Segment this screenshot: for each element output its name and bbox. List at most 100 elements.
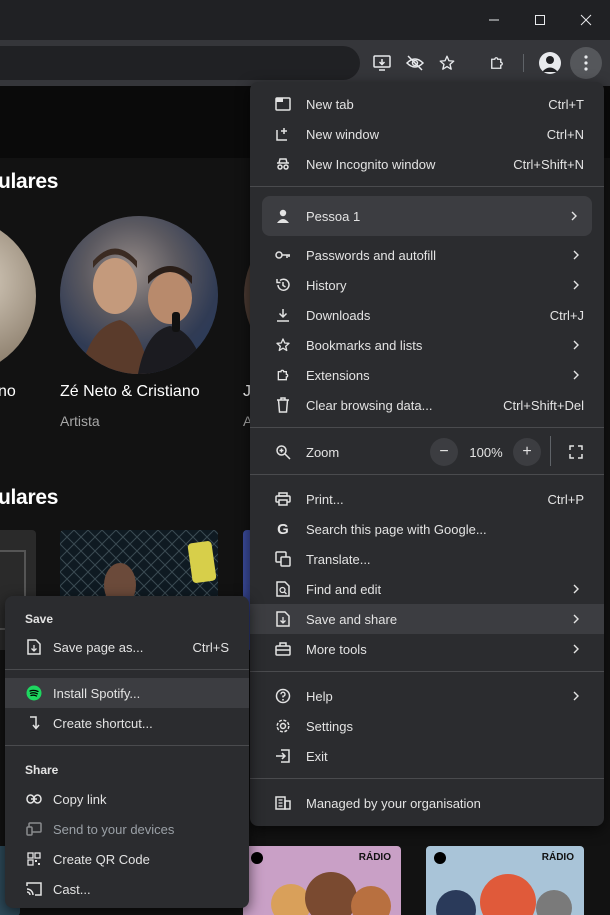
fullscreen-icon	[569, 445, 583, 459]
submenu-item-send-devices[interactable]: Send to your devices	[5, 814, 249, 844]
spotify-logo-icon	[251, 852, 263, 864]
spotify-logo-icon-2	[434, 852, 446, 864]
menu-separator	[250, 427, 604, 428]
artist-image-ze-neto-cristiano[interactable]	[60, 216, 218, 374]
menu-separator	[250, 671, 604, 672]
history-icon	[274, 276, 292, 294]
trash-icon	[274, 396, 292, 414]
artist-name-left[interactable]: no	[0, 383, 16, 401]
spotify-icon	[25, 684, 43, 702]
extensions-puzzle-icon[interactable]	[485, 51, 509, 75]
chevron-right-icon	[573, 644, 579, 654]
browser-toolbar	[0, 40, 610, 86]
chevron-right-icon	[573, 250, 579, 260]
menu-separator	[5, 745, 249, 746]
incognito-icon	[274, 155, 292, 173]
menu-item-exit[interactable]: Exit	[250, 741, 604, 771]
menu-item-find-edit[interactable]: Find and edit	[250, 574, 604, 604]
menu-item-bookmarks[interactable]: Bookmarks and lists	[250, 330, 604, 360]
zoom-out-button[interactable]: −	[430, 438, 458, 466]
new-window-icon	[274, 125, 292, 143]
window-titlebar	[0, 0, 610, 40]
bookmark-star-icon[interactable]	[435, 51, 459, 75]
submenu-item-copy-link[interactable]: Copy link	[5, 784, 249, 814]
translate-icon	[274, 550, 292, 568]
submenu-item-qr-code[interactable]: Create QR Code	[5, 844, 249, 874]
profile-avatar-icon[interactable]	[539, 52, 561, 74]
artist-name-main[interactable]: Zé Neto & Cristiano	[60, 383, 200, 401]
artist-image-left[interactable]	[0, 218, 36, 374]
submenu-heading-share: Share	[25, 763, 59, 777]
install-app-icon[interactable]	[370, 51, 394, 75]
google-icon: G	[277, 520, 289, 538]
zoom-in-button[interactable]: +	[513, 438, 541, 466]
exit-icon	[274, 747, 292, 765]
radio-badge-2: RÁDIO	[541, 852, 574, 863]
address-bar[interactable]	[0, 46, 360, 80]
menu-item-clear-data[interactable]: Clear browsing data... Ctrl+Shift+Del	[250, 390, 604, 420]
section-title-second: ulares	[0, 486, 59, 509]
submenu-item-save-page[interactable]: Save page as... Ctrl+S	[5, 632, 249, 662]
menu-item-passwords[interactable]: Passwords and autofill	[250, 240, 604, 270]
menu-item-settings[interactable]: Settings	[250, 711, 604, 741]
find-icon	[274, 580, 292, 598]
menu-separator	[5, 669, 249, 670]
shortcut-icon	[25, 714, 43, 732]
devices-icon	[25, 820, 43, 838]
download-icon	[274, 306, 292, 324]
radio-badge-1: RÁDIO	[358, 852, 391, 863]
save-page-icon	[25, 638, 43, 656]
maximize-icon[interactable]	[528, 8, 552, 32]
menu-item-translate[interactable]: Translate...	[250, 544, 604, 574]
print-icon	[274, 490, 292, 508]
fullscreen-button[interactable]	[562, 438, 590, 466]
menu-item-downloads[interactable]: Downloads Ctrl+J	[250, 300, 604, 330]
save-share-submenu: Save Save page as... Ctrl+S Install Spot…	[5, 596, 249, 908]
radio-card-1[interactable]: RÁDIO	[243, 846, 401, 915]
submenu-item-create-shortcut[interactable]: Create shortcut...	[5, 708, 249, 738]
settings-icon	[274, 717, 292, 735]
cast-icon	[25, 880, 43, 898]
submenu-heading-save: Save	[25, 612, 54, 626]
radio-card-2[interactable]: RÁDIO	[426, 846, 584, 915]
menu-item-search-google[interactable]: G Search this page with Google...	[250, 514, 604, 544]
chrome-main-menu: New tab Ctrl+T New window Ctrl+N New Inc…	[250, 82, 604, 826]
chevron-right-icon	[573, 691, 579, 701]
menu-item-help[interactable]: Help	[250, 681, 604, 711]
minus-icon: −	[439, 443, 449, 460]
kebab-icon	[584, 55, 588, 71]
building-icon	[274, 794, 292, 812]
qr-code-icon	[25, 850, 43, 868]
menu-item-new-tab[interactable]: New tab Ctrl+T	[250, 89, 604, 119]
section-title-artists: ulares	[0, 170, 59, 193]
star-icon	[274, 336, 292, 354]
save-share-icon	[274, 610, 292, 628]
menu-item-new-window[interactable]: New window Ctrl+N	[250, 119, 604, 149]
menu-item-print[interactable]: Print... Ctrl+P	[250, 484, 604, 514]
menu-item-managed[interactable]: Managed by your organisation	[250, 788, 604, 818]
new-tab-icon	[274, 95, 292, 113]
toolbar-divider	[523, 54, 524, 72]
chevron-right-icon	[573, 280, 579, 290]
help-icon	[274, 687, 292, 705]
person-icon	[274, 207, 292, 225]
menu-item-more-tools[interactable]: More tools	[250, 634, 604, 664]
menu-separator	[250, 186, 604, 187]
menu-item-new-incognito[interactable]: New Incognito window Ctrl+Shift+N	[250, 149, 604, 179]
menu-item-save-share[interactable]: Save and share	[250, 604, 604, 634]
submenu-item-install-spotify[interactable]: Install Spotify...	[5, 678, 249, 708]
submenu-item-cast[interactable]: Cast...	[5, 874, 249, 904]
zoom-icon	[274, 443, 292, 461]
menu-item-profile[interactable]: Pessoa 1	[262, 196, 592, 236]
menu-item-extensions[interactable]: Extensions	[250, 360, 604, 390]
artist-type-main: Artista	[60, 413, 100, 429]
zoom-level: 100%	[469, 445, 503, 460]
toolbox-icon	[274, 640, 292, 658]
minimize-icon[interactable]	[482, 8, 506, 32]
eye-slash-icon[interactable]	[403, 51, 427, 75]
menu-item-history[interactable]: History	[250, 270, 604, 300]
key-icon	[274, 246, 292, 264]
chrome-menu-button[interactable]	[570, 47, 602, 79]
close-window-icon[interactable]	[574, 8, 598, 32]
menu-separator	[250, 474, 604, 475]
